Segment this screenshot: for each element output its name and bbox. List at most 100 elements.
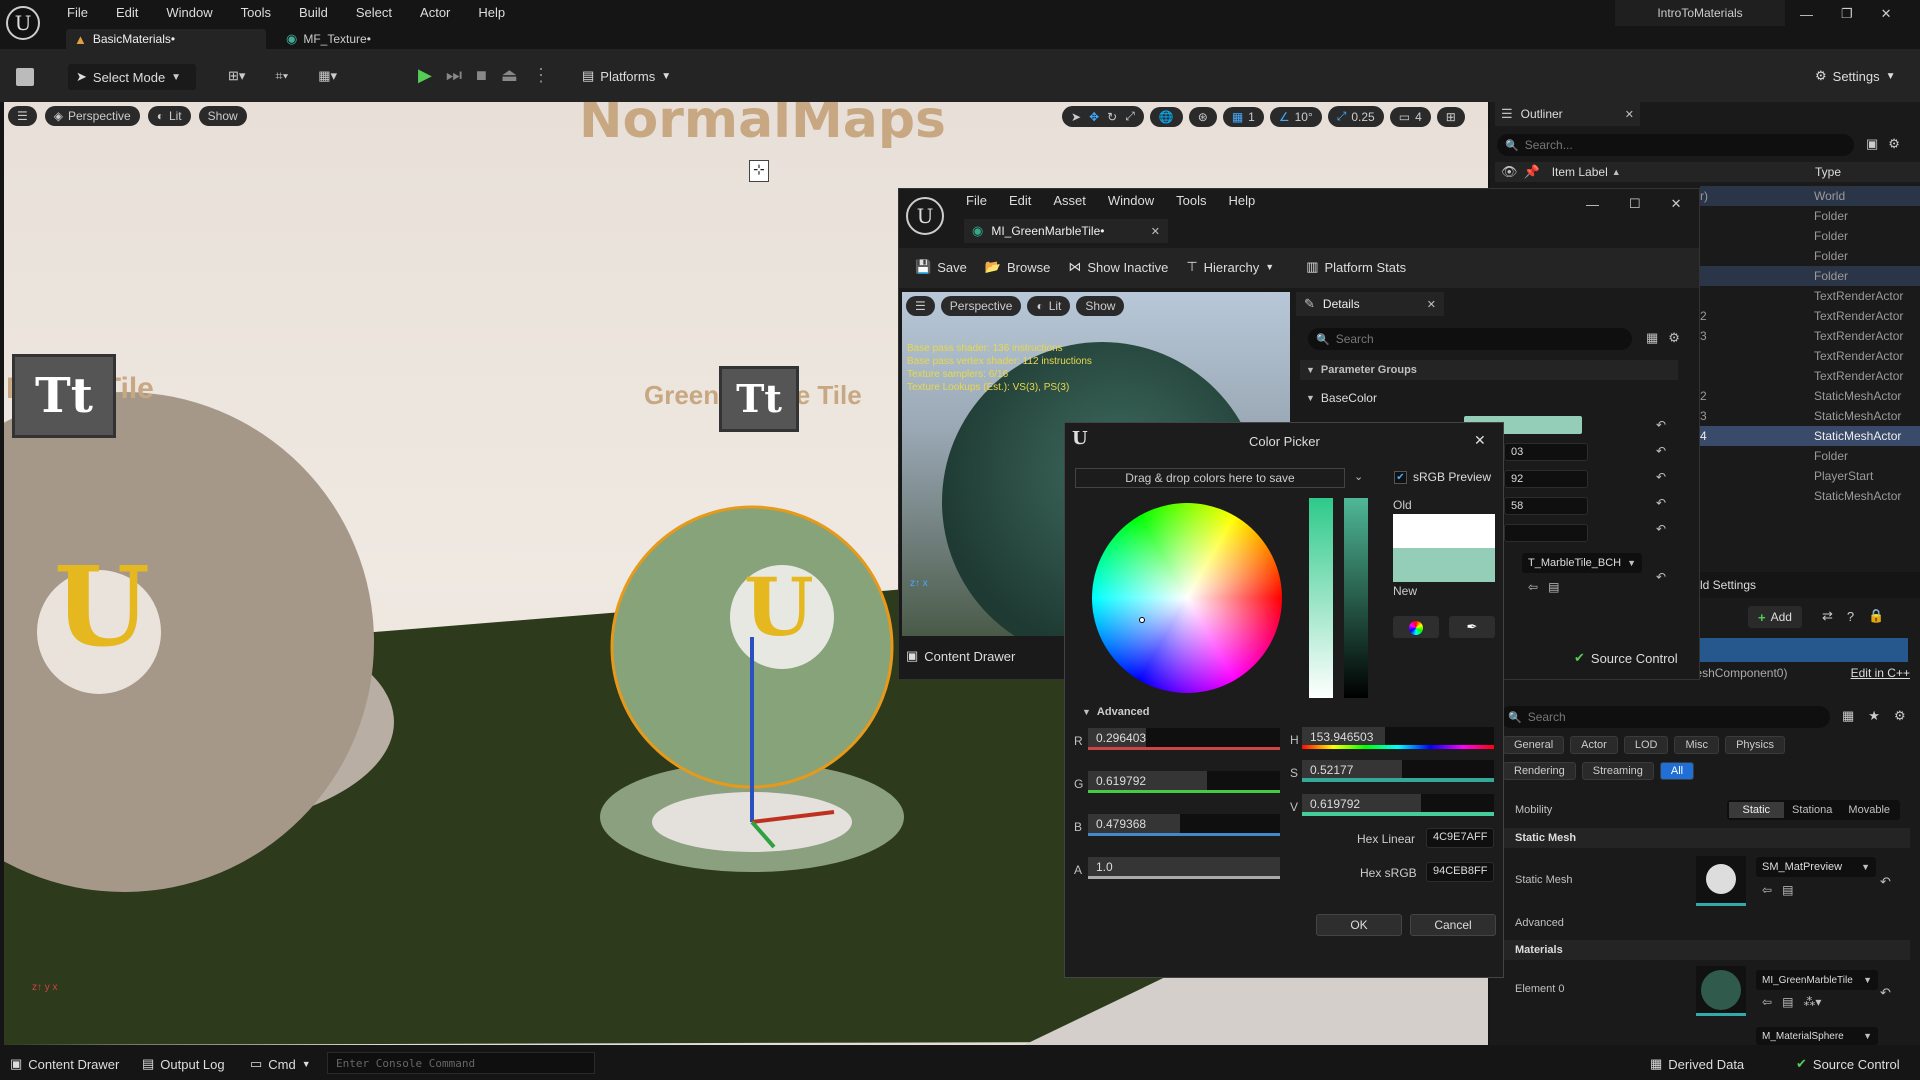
platforms-button[interactable]: ▤ Platforms ▼ — [582, 68, 671, 84]
static-mesh-dropdown[interactable]: SM_MatPreview ▼ — [1756, 857, 1876, 877]
reset-icon[interactable]: ↶ — [1656, 470, 1666, 484]
filter-tab-rendering[interactable]: Rendering — [1503, 762, 1576, 780]
world-settings-tab[interactable]: ld Settings — [1700, 578, 1756, 592]
cmd-dropdown[interactable]: ▭ Cmd ▼ — [250, 1056, 311, 1072]
me-platform-stats-button[interactable]: ▥ Platform Stats — [1306, 259, 1406, 275]
table-view-icon[interactable]: ▦ — [1646, 330, 1658, 346]
filter-tab-streaming[interactable]: Streaming — [1581, 762, 1654, 780]
filter-tab-misc[interactable]: Misc — [1674, 736, 1720, 754]
derived-data-button[interactable]: ▦ Derived Data — [1650, 1056, 1744, 1072]
status-source-control-button[interactable]: ✔ Source Control — [1796, 1056, 1900, 1072]
outliner-tab[interactable]: ☰ Outliner ✕ — [1495, 102, 1640, 126]
advanced-section-header[interactable]: ▼ Advanced — [1082, 706, 1150, 718]
color-wheel-cursor[interactable] — [1139, 617, 1145, 623]
move-icon[interactable]: ✥ — [1089, 110, 1099, 124]
gear-icon[interactable]: ⚙ — [1888, 136, 1900, 152]
maximize-icon[interactable]: ❐ — [1841, 6, 1853, 22]
menu-build[interactable]: Build — [299, 5, 328, 20]
cancel-button[interactable]: Cancel — [1410, 914, 1496, 936]
preview-lit-button[interactable]: ◐ Lit — [1027, 296, 1071, 316]
use-selected-icon[interactable]: ⇦ — [1762, 995, 1772, 1009]
grid-snap-button[interactable]: ▦ 1 — [1222, 106, 1264, 127]
more-options-icon[interactable]: ⋮ — [532, 65, 550, 86]
angle-snap-button[interactable]: ∠ 10° — [1269, 106, 1322, 127]
outliner-row[interactable]: Folder — [1700, 226, 1920, 246]
add-folder-icon[interactable]: ▣ — [1866, 136, 1878, 152]
materials-section-header[interactable]: Materials — [1500, 940, 1910, 960]
static-mesh-thumbnail[interactable] — [1696, 856, 1746, 906]
b-value[interactable]: 0.479368 — [1096, 817, 1146, 831]
material-editor-tab[interactable]: ◉ MI_GreenMarbleTile• ✕ — [964, 219, 1168, 243]
me-details-tab[interactable]: ✎ Details ✕ — [1296, 292, 1444, 316]
tab-mf-texture[interactable]: ◉ MF_Texture• — [280, 29, 420, 49]
value-slider[interactable] — [1344, 498, 1368, 698]
outliner-row[interactable]: 2 TextRenderActor — [1700, 306, 1920, 326]
menu-help[interactable]: Help — [478, 5, 505, 20]
console-input[interactable]: Enter Console Command — [327, 1052, 595, 1074]
outliner-row[interactable]: TextRenderActor — [1700, 286, 1920, 306]
hex-srgb-field[interactable]: 94CEB8FF — [1426, 862, 1494, 882]
help-icon[interactable]: ? — [1847, 609, 1854, 624]
scale-icon[interactable]: ⤢ — [1125, 109, 1135, 124]
preview-menu-button[interactable]: ☰ — [906, 296, 935, 316]
col-type[interactable]: Type — [1815, 165, 1841, 179]
close-icon[interactable]: ✕ — [1671, 196, 1682, 212]
me-details-search[interactable]: 🔍 Search — [1308, 328, 1632, 350]
output-log-button[interactable]: ▤ Output Log — [142, 1056, 225, 1072]
me-save-button[interactable]: 💾 Save — [915, 259, 967, 275]
param-field-3[interactable]: 58 — [1504, 497, 1588, 515]
param-field-4[interactable] — [1504, 524, 1588, 542]
a-value[interactable]: 1.0 — [1096, 860, 1113, 874]
menu-file[interactable]: File — [67, 5, 88, 20]
menu-window[interactable]: Window — [166, 5, 212, 20]
param-field-1[interactable]: 03 — [1504, 443, 1588, 461]
blueprint-icon[interactable]: ⌗▾ — [275, 68, 288, 84]
blueprint-convert-icon[interactable]: ⇄ — [1822, 608, 1833, 624]
outliner-row[interactable]: r) World — [1700, 186, 1920, 206]
rotate-icon[interactable]: ↻ — [1107, 110, 1117, 124]
outliner-row[interactable]: Folder — [1700, 206, 1920, 226]
camera-speed-button[interactable]: ▭ 4 — [1389, 106, 1431, 127]
filter-tab-physics[interactable]: Physics — [1725, 736, 1785, 754]
outliner-row[interactable]: TextRenderActor — [1700, 346, 1920, 366]
me-menu-file[interactable]: File — [966, 193, 987, 208]
eject-icon[interactable]: ⏏ — [501, 65, 518, 86]
viewport-menu-button[interactable]: ☰ — [8, 106, 37, 126]
reset-icon[interactable]: ↶ — [1656, 570, 1666, 584]
close-icon[interactable]: ✕ — [1881, 6, 1892, 22]
ok-button[interactable]: OK — [1316, 914, 1402, 936]
color-save-dropzone[interactable]: Drag & drop colors here to save — [1075, 468, 1345, 488]
outliner-row[interactable]: TextRenderActor — [1700, 366, 1920, 386]
select-icon[interactable]: ➤ — [1071, 110, 1081, 124]
color-wheel[interactable] — [1092, 503, 1282, 693]
add-component-button[interactable]: + Add — [1748, 606, 1802, 628]
outliner-row[interactable]: PlayerStart — [1700, 466, 1920, 486]
element0-dropdown[interactable]: MI_GreenMarbleTile ▼ — [1756, 970, 1878, 990]
close-icon[interactable]: ✕ — [1625, 108, 1634, 121]
srgb-preview-toggle[interactable]: ✔ sRGB Preview — [1394, 470, 1491, 484]
basecolor-group-header[interactable]: ▼ BaseColor — [1300, 388, 1678, 408]
parameter-groups-header[interactable]: ▼ Parameter Groups — [1300, 360, 1678, 380]
hex-linear-field[interactable]: 4C9E7AFF — [1426, 828, 1494, 848]
stop-icon[interactable]: ■ — [476, 65, 487, 86]
me-browse-button[interactable]: 📂 Browse — [985, 259, 1051, 275]
close-icon[interactable]: ✕ — [1474, 432, 1486, 449]
me-menu-edit[interactable]: Edit — [1009, 193, 1031, 208]
table-view-icon[interactable]: ▦ — [1842, 708, 1854, 724]
me-content-drawer-button[interactable]: ▣ Content Drawer — [906, 648, 1015, 664]
outliner-row[interactable]: Folder — [1700, 246, 1920, 266]
minimize-icon[interactable]: — — [1586, 197, 1599, 212]
pin-icon[interactable]: 📌 — [1524, 164, 1540, 180]
transform-tools[interactable]: ➤ ✥ ↻ ⤢ — [1062, 106, 1144, 127]
world-local-icon[interactable]: 🌐 — [1149, 106, 1183, 127]
me-menu-help[interactable]: Help — [1228, 193, 1255, 208]
outliner-row[interactable]: Folder — [1700, 266, 1920, 286]
lit-button[interactable]: ◐ Lit — [147, 106, 191, 126]
param-field-2[interactable]: 92 — [1504, 470, 1588, 488]
status-content-drawer-button[interactable]: ▣ Content Drawer — [10, 1056, 119, 1072]
cinematics-icon[interactable]: ▦▾ — [318, 68, 337, 84]
outliner-row[interactable]: StaticMeshActor — [1700, 486, 1920, 506]
reset-icon[interactable]: ↶ — [1656, 496, 1666, 510]
menu-edit[interactable]: Edit — [116, 5, 138, 20]
play-icon[interactable]: ▶ — [418, 65, 432, 86]
